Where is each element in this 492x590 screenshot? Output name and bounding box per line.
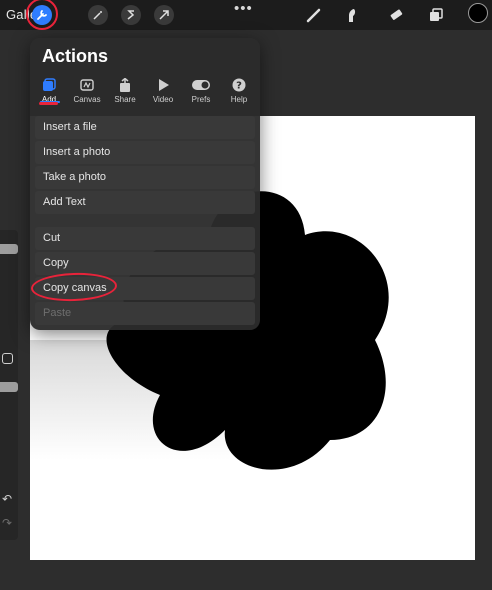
menu-item-cut[interactable]: Cut (35, 227, 255, 250)
annotation-underline-add (39, 102, 58, 105)
modify-square-icon[interactable] (2, 353, 13, 364)
svg-text:?: ? (236, 80, 242, 91)
more-options-button[interactable]: ••• (234, 0, 253, 17)
tab-video-label: Video (152, 95, 174, 104)
canvas-icon (68, 76, 106, 93)
toggle-icon (182, 76, 220, 93)
wand-icon[interactable] (86, 3, 110, 27)
top-toolbar: Gallery ••• (0, 0, 492, 30)
menu-item-take-photo[interactable]: Take a photo (35, 166, 255, 189)
menu-item-paste: Paste (35, 302, 255, 325)
tab-prefs-label: Prefs (191, 95, 211, 104)
tab-canvas[interactable]: Canvas (68, 76, 106, 104)
redo-icon[interactable]: ↷ (2, 516, 12, 530)
tab-add[interactable]: Add (30, 76, 68, 104)
tab-help-label: Help (230, 95, 248, 104)
panel-title: Actions (42, 46, 109, 66)
layers-icon[interactable] (424, 3, 448, 27)
selection-icon[interactable] (119, 3, 143, 27)
tab-share-label: Share (114, 95, 136, 104)
tab-share[interactable]: Share (106, 76, 144, 104)
add-icon (30, 76, 68, 93)
help-icon: ? (220, 76, 258, 93)
menu-item-insert-photo[interactable]: Insert a photo (35, 141, 255, 164)
menu-item-add-text[interactable]: Add Text (35, 191, 255, 214)
brush-icon[interactable] (302, 3, 326, 27)
transform-arrow-icon[interactable] (152, 3, 176, 27)
tab-prefs[interactable]: Prefs (182, 76, 220, 104)
eraser-icon[interactable] (384, 3, 408, 27)
opacity-slider-handle[interactable] (0, 382, 18, 392)
tab-help[interactable]: ? Help (220, 76, 258, 104)
menu-item-copy[interactable]: Copy (35, 252, 255, 275)
menu-item-insert-file[interactable]: Insert a file (35, 116, 255, 139)
smudge-icon[interactable] (340, 3, 364, 27)
video-play-icon (144, 76, 182, 93)
undo-icon[interactable]: ↶ (2, 492, 12, 506)
color-picker-button[interactable] (468, 3, 488, 23)
actions-tabs: Add Canvas Share Video Prefs ? Help (30, 76, 260, 106)
tab-video[interactable]: Video (144, 76, 182, 104)
tab-canvas-label: Canvas (73, 95, 101, 104)
brush-size-slider-handle[interactable] (0, 244, 18, 254)
share-icon (106, 76, 144, 93)
